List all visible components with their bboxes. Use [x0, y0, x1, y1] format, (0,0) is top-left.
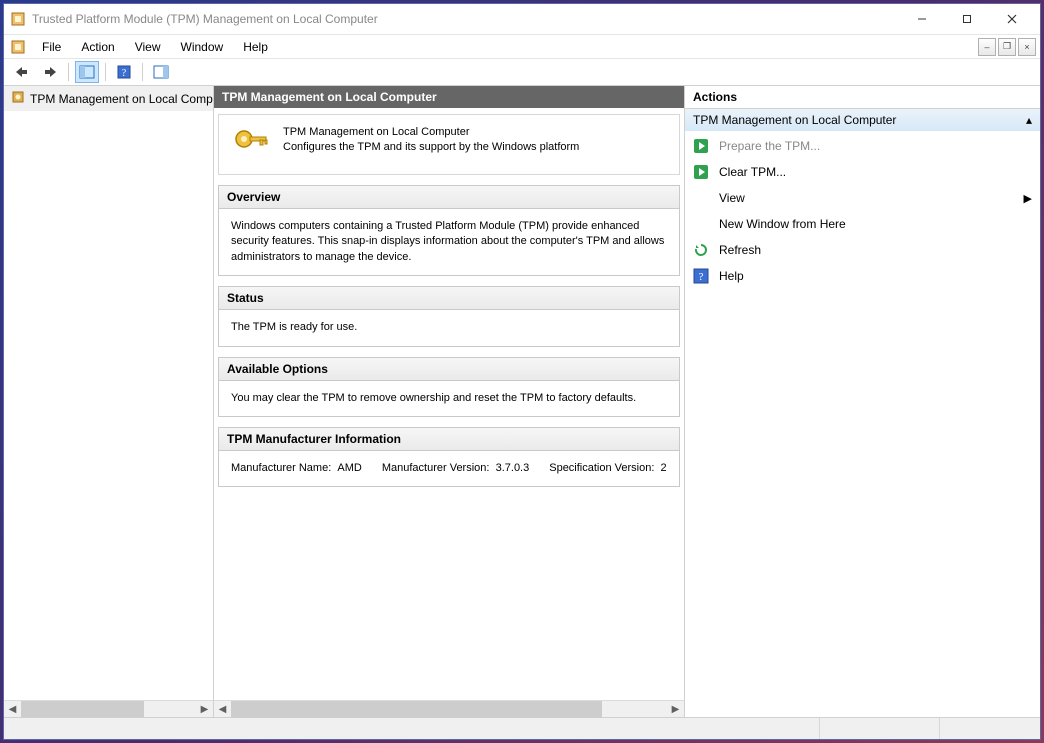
tree-horizontal-scrollbar[interactable]: ◀ ▶: [4, 700, 213, 717]
tree-root-item[interactable]: TPM Management on Local Comp: [4, 86, 213, 111]
content-area: TPM Management on Local Comp ◀ ▶ TPM Man…: [4, 86, 1040, 717]
section-overview: Overview Windows computers containing a …: [218, 185, 680, 276]
app-icon: [10, 11, 26, 27]
section-status-body: The TPM is ready for use.: [219, 310, 679, 345]
center-header: TPM Management on Local Computer: [214, 86, 684, 108]
toolbar-separator: [68, 63, 69, 81]
mfr-name-label: Manufacturer Name:: [231, 462, 331, 474]
minimize-button[interactable]: [899, 5, 944, 33]
window-title: Trusted Platform Module (TPM) Management…: [32, 12, 899, 26]
forward-button[interactable]: [38, 61, 62, 83]
tree-root-label: TPM Management on Local Comp: [30, 92, 213, 106]
action-label: View: [719, 191, 745, 205]
toolbar-separator: [142, 63, 143, 81]
chevron-right-icon: ▶: [1024, 192, 1032, 205]
arrow-right-green-icon: [693, 164, 709, 180]
menubar: File Action View Window Help – ❐ ×: [4, 34, 1040, 58]
menu-help[interactable]: Help: [233, 35, 278, 58]
key-icon: [233, 125, 271, 160]
close-button[interactable]: [989, 5, 1034, 33]
collapse-icon: ▴: [1026, 113, 1032, 127]
action-clear-tpm[interactable]: Clear TPM...: [685, 159, 1040, 185]
banner-description: Configures the TPM and its support by th…: [283, 140, 579, 155]
section-status: Status The TPM is ready for use.: [218, 286, 680, 346]
svg-text:?: ?: [699, 271, 704, 283]
menu-view[interactable]: View: [125, 35, 171, 58]
main-window: Trusted Platform Module (TPM) Management…: [3, 3, 1041, 740]
section-manufacturer-header: TPM Manufacturer Information: [219, 428, 679, 451]
refresh-icon: [693, 242, 709, 258]
menu-file[interactable]: File: [32, 35, 71, 58]
scroll-right-button[interactable]: ▶: [196, 701, 213, 718]
section-options: Available Options You may clear the TPM …: [218, 357, 680, 417]
section-status-header: Status: [219, 287, 679, 310]
help-button[interactable]: ?: [112, 61, 136, 83]
actions-header: Actions: [685, 86, 1040, 109]
toolbar-separator: [105, 63, 106, 81]
back-button[interactable]: [10, 61, 34, 83]
mfr-version-value: 3.7.0.3: [496, 462, 530, 474]
action-new-window[interactable]: New Window from Here: [685, 211, 1040, 237]
titlebar: Trusted Platform Module (TPM) Management…: [4, 4, 1040, 34]
tree-pane: TPM Management on Local Comp ◀ ▶: [4, 86, 214, 717]
scroll-left-button[interactable]: ◀: [4, 701, 21, 718]
actions-group-title: TPM Management on Local Computer: [693, 113, 896, 127]
action-prepare-tpm[interactable]: Prepare the TPM...: [685, 133, 1040, 159]
show-hide-tree-button[interactable]: [75, 61, 99, 83]
mfr-version-label: Manufacturer Version:: [382, 462, 490, 474]
action-label: Prepare the TPM...: [719, 139, 820, 153]
banner-title: TPM Management on Local Computer: [283, 125, 579, 140]
blank-icon: [693, 190, 709, 206]
blank-icon: [693, 216, 709, 232]
menu-action[interactable]: Action: [71, 35, 124, 58]
mdi-minimize-button[interactable]: –: [978, 38, 996, 56]
action-label: Clear TPM...: [719, 165, 786, 179]
actions-pane: Actions TPM Management on Local Computer…: [685, 86, 1040, 717]
section-manufacturer: TPM Manufacturer Information Manufacture…: [218, 427, 680, 487]
menubar-icon: [8, 35, 28, 58]
mfr-spec-value: 2.: [661, 462, 667, 474]
action-view[interactable]: View ▶: [685, 185, 1040, 211]
svg-text:?: ?: [122, 68, 127, 79]
mdi-restore-button[interactable]: ❐: [998, 38, 1016, 56]
actions-group-header[interactable]: TPM Management on Local Computer ▴: [685, 109, 1040, 131]
section-options-body: You may clear the TPM to remove ownershi…: [219, 381, 679, 416]
arrow-right-green-icon: [693, 138, 709, 154]
scroll-right-button[interactable]: ▶: [667, 701, 684, 718]
section-overview-header: Overview: [219, 186, 679, 209]
action-help[interactable]: ? Help: [685, 263, 1040, 289]
action-label: Refresh: [719, 243, 761, 257]
action-label: New Window from Here: [719, 217, 846, 231]
show-hide-action-pane-button[interactable]: [149, 61, 173, 83]
section-overview-body: Windows computers containing a Trusted P…: [219, 209, 679, 275]
maximize-button[interactable]: [944, 5, 989, 33]
chip-icon: [10, 89, 26, 108]
section-options-header: Available Options: [219, 358, 679, 381]
center-pane: TPM Management on Local Computer TPM: [214, 86, 685, 717]
statusbar: [4, 717, 1040, 739]
mfr-name-value: AMD: [337, 462, 361, 474]
action-label: Help: [719, 269, 744, 283]
mfr-spec-label: Specification Version:: [549, 462, 654, 474]
mdi-close-button[interactable]: ×: [1018, 38, 1036, 56]
banner: TPM Management on Local Computer Configu…: [218, 114, 680, 175]
toolbar: ?: [4, 58, 1040, 86]
menu-window[interactable]: Window: [171, 35, 234, 58]
action-refresh[interactable]: Refresh: [685, 237, 1040, 263]
center-horizontal-scrollbar[interactable]: ◀ ▶: [214, 700, 684, 717]
help-icon: ?: [693, 268, 709, 284]
scroll-left-button[interactable]: ◀: [214, 701, 231, 718]
